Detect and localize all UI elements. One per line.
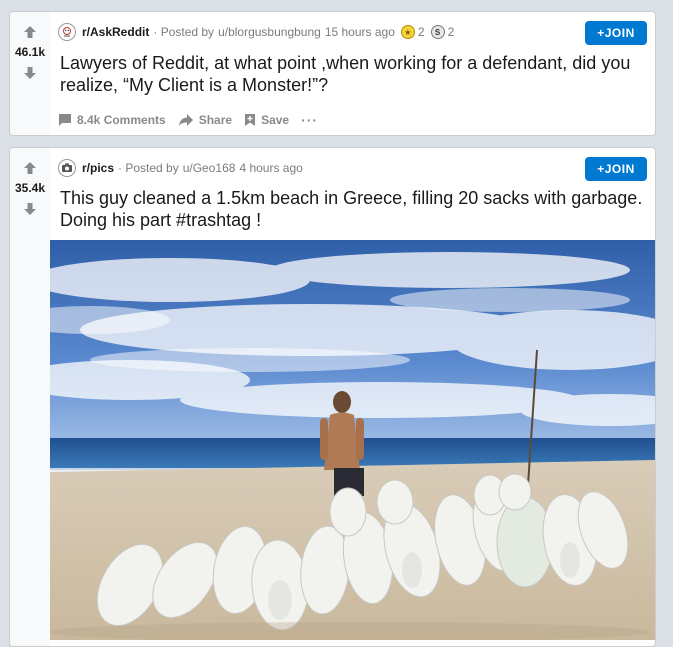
subreddit-icon[interactable] [58,23,76,41]
post-card[interactable]: 46.1k r/AskReddit · Posted by u/blorgusb… [9,11,656,136]
more-options-button[interactable]: ··· [301,112,318,128]
comment-icon [59,114,71,126]
join-button[interactable]: +JOIN [585,21,647,45]
post-image[interactable] [50,240,655,640]
author-link[interactable]: u/blorgusbungbung [218,25,321,39]
post-meta: r/AskReddit · Posted by u/blorgusbungbun… [58,22,454,42]
post-title[interactable]: Lawyers of Reddit, at what point ,when w… [60,52,645,96]
post-meta: r/pics · Posted by u/Geo168 4 hours ago [58,158,303,178]
share-icon [178,114,193,126]
award-gold[interactable]: ★ 2 [400,25,425,39]
downvote-icon[interactable] [22,65,38,81]
share-button[interactable]: Share [178,113,232,127]
author-link[interactable]: u/Geo168 [183,161,236,175]
downvote-icon[interactable] [22,201,38,217]
comments-button[interactable]: 8.4k Comments [58,113,166,127]
upvote-icon[interactable] [22,160,38,176]
gold-award-icon: ★ [400,25,415,39]
beach-cleanup-photo [50,240,655,640]
post-actions: 8.4k Comments Share Save ··· [58,108,330,132]
posted-by-label: · Posted by [118,161,179,175]
vote-column: 35.4k [10,148,50,646]
vote-column: 46.1k [10,12,50,135]
award-silver[interactable]: S 2 [430,25,455,39]
post-title[interactable]: This guy cleaned a 1.5km beach in Greece… [60,187,645,231]
subreddit-icon[interactable] [58,159,76,177]
subreddit-link[interactable]: r/AskReddit [82,25,149,39]
post-time: 15 hours ago [324,25,395,39]
vote-score: 35.4k [14,181,46,195]
comments-label: 8.4k Comments [77,113,166,127]
award-count: 2 [417,25,425,39]
save-button[interactable]: Save [244,113,289,127]
award-count: 2 [447,25,455,39]
silver-award-icon: S [430,25,445,39]
join-button[interactable]: +JOIN [585,157,647,181]
post-time: 4 hours ago [239,161,303,175]
post-card[interactable]: 35.4k r/pics · Posted by u/Geo168 4 hour… [9,147,656,647]
share-label: Share [198,113,233,127]
vote-score: 46.1k [14,45,46,59]
bookmark-icon [245,114,256,126]
upvote-icon[interactable] [22,24,38,40]
subreddit-link[interactable]: r/pics [82,161,114,175]
posted-by-label: · Posted by [153,25,215,39]
save-label: Save [261,113,290,127]
